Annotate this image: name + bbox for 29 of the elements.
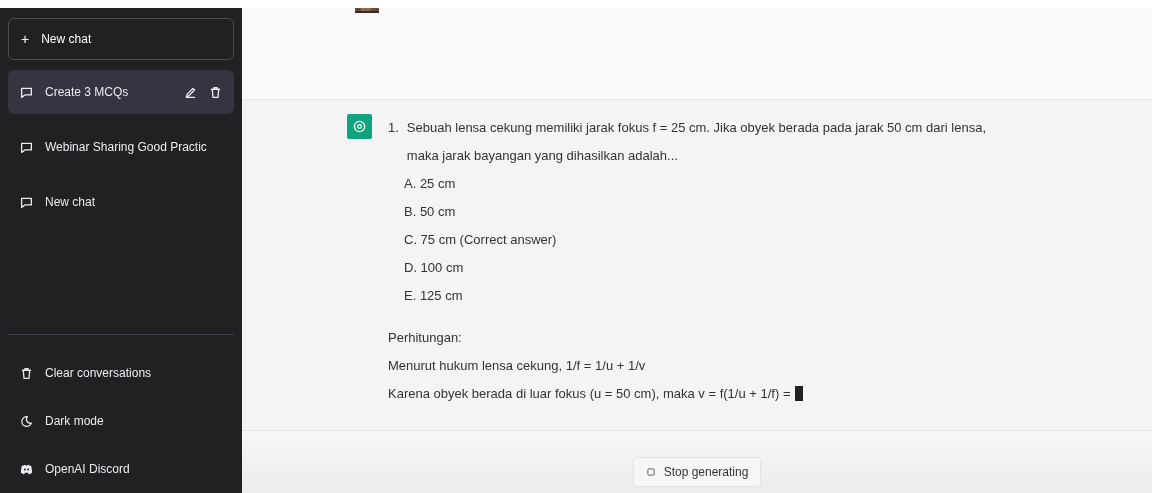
answer-option: E. 125 cm (404, 282, 1017, 310)
chat-icon (20, 195, 33, 209)
plus-icon: + (21, 28, 30, 50)
chat-icon (20, 85, 33, 99)
message-text: Menurut hukum lensa cekung, 1/f = 1/u + 1/v (388, 358, 646, 373)
discord-icon (20, 462, 33, 476)
edit-icon (184, 85, 197, 99)
chat-history-item[interactable]: Create 3 MCQs (8, 70, 234, 114)
chat-history-item[interactable]: New chat (8, 180, 234, 224)
trash-icon (209, 85, 222, 99)
moon-icon (20, 414, 33, 428)
stop-icon (645, 467, 656, 477)
list-number: 1. (388, 119, 399, 137)
answer-option: B. 50 cm (404, 198, 1017, 226)
answer-option: C. 75 cm (Correct answer) (404, 226, 1017, 254)
new-chat-button[interactable]: + New chat (8, 18, 234, 60)
answer-option: A. 25 cm (404, 170, 1017, 198)
sidebar-menu-item[interactable]: Dark mode (8, 397, 234, 445)
trash-icon (20, 366, 33, 380)
stop-generating-button[interactable]: Stop generating (632, 457, 762, 487)
sidebar-menu-item[interactable]: Clear conversations (8, 349, 234, 397)
answer-option: D. 100 cm (404, 254, 1017, 282)
chat-history-item[interactable]: Webinar Sharing Good Practic (8, 125, 234, 169)
message-text: Karena obyek berada di luar fokus (u = 50 cm), maka v = f(1/u + 1/f) = (388, 386, 791, 401)
question-text: Sebuah lensa cekung memiliki jarak fokus f = 25 cm. Jika obyek berada pada jarak 50 cm dari lensa, maka jarak bayangan yang dihasilkan adalah... (406, 119, 987, 165)
chat-icon (20, 140, 33, 154)
sidebar-menu-item[interactable]: OpenAI Discord (8, 445, 234, 493)
message-text: Perhitungan: (388, 330, 462, 345)
assistant-avatar-icon (347, 114, 372, 139)
